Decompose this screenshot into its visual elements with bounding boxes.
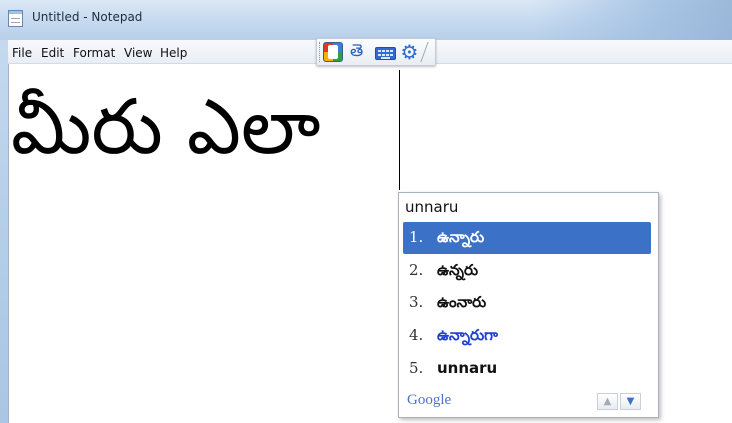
candidate-number: 5.	[409, 359, 424, 377]
candidate-number: 4.	[409, 326, 424, 344]
menu-help[interactable]: Help	[160, 46, 187, 60]
candidate-item[interactable]: 2. ఉన్నరు	[403, 255, 651, 287]
menu-edit[interactable]: Edit	[41, 46, 64, 60]
notepad-window: Untitled - Notepad File Edit Format View…	[0, 0, 732, 423]
page-down-button[interactable]: ▼	[620, 393, 641, 410]
title-bar-decoration	[532, 0, 732, 40]
candidate-text: ఉంనారు	[437, 293, 487, 311]
page-up-button[interactable]: ▲	[597, 393, 618, 410]
candidate-number: 3.	[409, 293, 424, 311]
candidate-text: ఉన్నారుగా	[437, 326, 498, 344]
telugu-language-icon[interactable]: తె	[350, 41, 363, 65]
toolbar-grip-handle[interactable]	[319, 42, 322, 62]
popup-footer: Google ▲ ▼	[399, 389, 658, 417]
notepad-app-icon[interactable]	[8, 10, 23, 27]
google-brand-logo[interactable]: Google	[407, 392, 451, 409]
candidate-item[interactable]: 5. unnaru	[403, 353, 651, 385]
title-bar[interactable]: Untitled - Notepad	[0, 0, 732, 40]
menu-file[interactable]: File	[12, 46, 32, 60]
candidate-item[interactable]: 1. ఉన్నారు	[403, 222, 651, 254]
candidate-item[interactable]: 4. ఉన్నారుగా	[403, 320, 651, 352]
window-title: Untitled - Notepad	[32, 10, 143, 24]
gear-icon[interactable]: ⚙	[399, 42, 420, 63]
typed-input: unnaru	[405, 198, 459, 216]
chevron-down-icon: ▼	[626, 396, 635, 407]
candidate-item[interactable]: 3. ఉంనారు	[403, 287, 651, 319]
toolbar-end-divider	[420, 42, 436, 62]
menu-format[interactable]: Format	[73, 46, 115, 60]
candidate-text: ఉన్నారు	[437, 228, 485, 246]
candidate-number: 1.	[409, 228, 424, 246]
candidate-number: 2.	[409, 261, 424, 279]
menu-view[interactable]: View	[124, 46, 152, 60]
keyboard-icon[interactable]	[375, 47, 396, 60]
editor-text: మీరు ఎలా	[11, 82, 321, 171]
candidate-text: ఉన్నరు	[437, 261, 479, 279]
google-ime-logo-icon[interactable]	[323, 42, 343, 62]
chevron-up-icon: ▲	[603, 396, 612, 407]
transliteration-suggestions-popup: unnaru 1. ఉన్నారు 2. ఉన్నరు 3. ఉంనారు 4.…	[398, 192, 659, 418]
ime-toolbar[interactable]: తె ⚙	[316, 38, 436, 66]
candidate-text: unnaru	[437, 359, 498, 377]
text-caret	[399, 70, 400, 190]
